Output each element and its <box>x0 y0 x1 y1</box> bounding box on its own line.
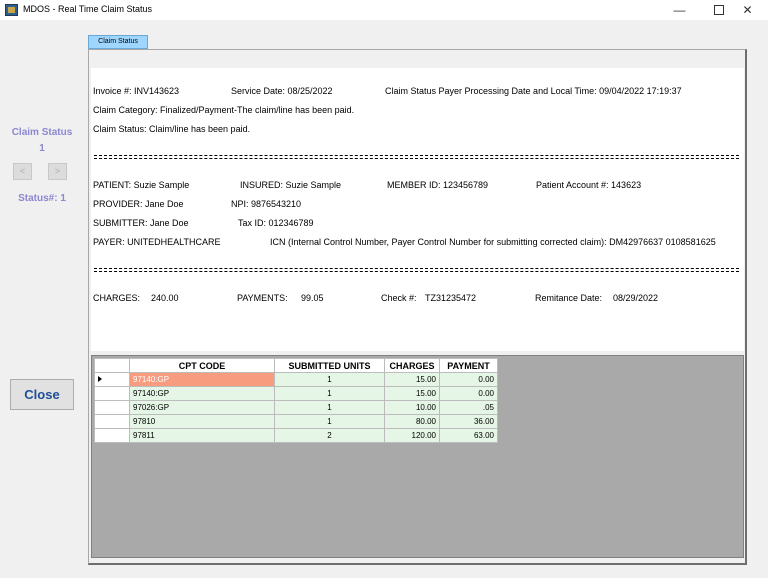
row-selector[interactable] <box>94 386 130 401</box>
payment-cell[interactable]: 0.00 <box>439 386 498 401</box>
payer-processing-date: Claim Status Payer Processing Date and L… <box>385 86 682 96</box>
npi-number: NPI: 9876543210 <box>231 199 302 209</box>
previous-button[interactable]: < <box>13 163 32 180</box>
row-selector[interactable] <box>94 414 130 429</box>
payment-cell[interactable]: 63.00 <box>439 428 498 443</box>
table-row[interactable]: 97811 2 120.00 63.00 <box>94 428 498 443</box>
column-header-charges[interactable]: CHARGES <box>384 358 440 373</box>
payments-value: 99.05 <box>301 293 324 303</box>
remittance-label: Remitance Date: <box>535 293 603 303</box>
units-cell[interactable]: 1 <box>274 372 385 387</box>
cpt-grid: CPT CODE SUBMITTED UNITS CHARGES PAYMENT… <box>94 358 498 443</box>
provider-name: PROVIDER: Jane Doe <box>93 199 184 209</box>
cpt-code-cell[interactable]: 97140:GP <box>129 386 275 401</box>
tax-id: Tax ID: 012346789 <box>238 218 314 228</box>
charges-cell[interactable]: 15.00 <box>384 386 440 401</box>
separator-1 <box>94 155 739 159</box>
window-title: MDOS - Real Time Claim Status <box>23 4 153 14</box>
check-label: Check #: <box>381 293 417 303</box>
title-bar: MDOS - Real Time Claim Status — ✕ <box>0 0 768 20</box>
cpt-code-cell[interactable]: 97810 <box>129 414 275 429</box>
claim-status-label: Claim Status <box>11 127 73 138</box>
maximize-icon <box>713 4 724 15</box>
close-icon: ✕ <box>742 3 753 17</box>
invoice-number: Invoice #: INV143623 <box>93 86 180 96</box>
charges-label: CHARGES: <box>93 293 141 303</box>
table-row[interactable]: 97810 1 80.00 36.00 <box>94 414 498 429</box>
cpt-code-cell[interactable]: 97811 <box>129 428 275 443</box>
charges-cell[interactable]: 80.00 <box>384 414 440 429</box>
units-cell[interactable]: 1 <box>274 400 385 415</box>
next-button[interactable]: > <box>48 163 67 180</box>
table-row[interactable]: 97140:GP 1 15.00 0.00 <box>94 372 498 387</box>
claim-status-text: Claim Status: Claim/line has been paid. <box>93 124 251 134</box>
payment-cell[interactable]: .05 <box>439 400 498 415</box>
units-cell[interactable]: 1 <box>274 386 385 401</box>
tab-claim-status[interactable]: Claim Status <box>88 35 148 49</box>
cpt-grid-panel: CPT CODE SUBMITTED UNITS CHARGES PAYMENT… <box>91 355 744 558</box>
row-selector[interactable] <box>94 372 130 387</box>
member-id: MEMBER ID: 123456789 <box>387 180 489 190</box>
app-icon <box>5 4 18 16</box>
check-number: TZ31235472 <box>425 293 477 303</box>
cpt-code-cell[interactable]: 97140:GP <box>129 372 275 387</box>
row-selector[interactable] <box>94 400 130 415</box>
payer-name: PAYER: UNITEDHEALTHCARE <box>93 237 221 247</box>
units-cell[interactable]: 1 <box>274 414 385 429</box>
charges-value: 240.00 <box>151 293 179 303</box>
charges-cell[interactable]: 15.00 <box>384 372 440 387</box>
window-close-button[interactable]: ✕ <box>725 0 768 20</box>
service-date: Service Date: 08/25/2022 <box>231 86 333 96</box>
icn-number: ICN (Internal Control Number, Payer Cont… <box>270 237 716 247</box>
charges-cell[interactable]: 120.00 <box>384 428 440 443</box>
insured-name: INSURED: Suzie Sample <box>240 180 342 190</box>
status-number: Status#: 1 <box>18 193 66 204</box>
separator-2 <box>94 268 739 272</box>
claim-status-number: 1 <box>39 143 45 154</box>
close-button[interactable]: Close <box>10 379 74 410</box>
row-header-corner <box>94 358 130 373</box>
column-header-cpt-code[interactable]: CPT CODE <box>129 358 275 373</box>
minimize-icon: — <box>673 3 686 17</box>
row-selector[interactable] <box>94 428 130 443</box>
payment-cell[interactable]: 36.00 <box>439 414 498 429</box>
patient-name: PATIENT: Suzie Sample <box>93 180 190 190</box>
submitter-name: SUBMITTER: Jane Doe <box>93 218 189 228</box>
remittance-date: 08/29/2022 <box>613 293 659 303</box>
patient-account: Patient Account #: 143623 <box>536 180 642 190</box>
cpt-code-cell[interactable]: 97026:GP <box>129 400 275 415</box>
claim-info-panel: Invoice #: INV143623 Service Date: 08/25… <box>91 68 744 351</box>
units-cell[interactable]: 2 <box>274 428 385 443</box>
column-header-payment[interactable]: PAYMENT <box>439 358 498 373</box>
claim-category: Claim Category: Finalized/Payment-The cl… <box>93 105 355 115</box>
table-row[interactable]: 97026:GP 1 10.00 .05 <box>94 400 498 415</box>
table-row[interactable]: 97140:GP 1 15.00 0.00 <box>94 386 498 401</box>
column-header-submitted-units[interactable]: SUBMITTED UNITS <box>274 358 385 373</box>
current-row-arrow-icon <box>98 376 102 382</box>
payments-label: PAYMENTS: <box>237 293 288 303</box>
charges-cell[interactable]: 10.00 <box>384 400 440 415</box>
payment-cell[interactable]: 0.00 <box>439 372 498 387</box>
